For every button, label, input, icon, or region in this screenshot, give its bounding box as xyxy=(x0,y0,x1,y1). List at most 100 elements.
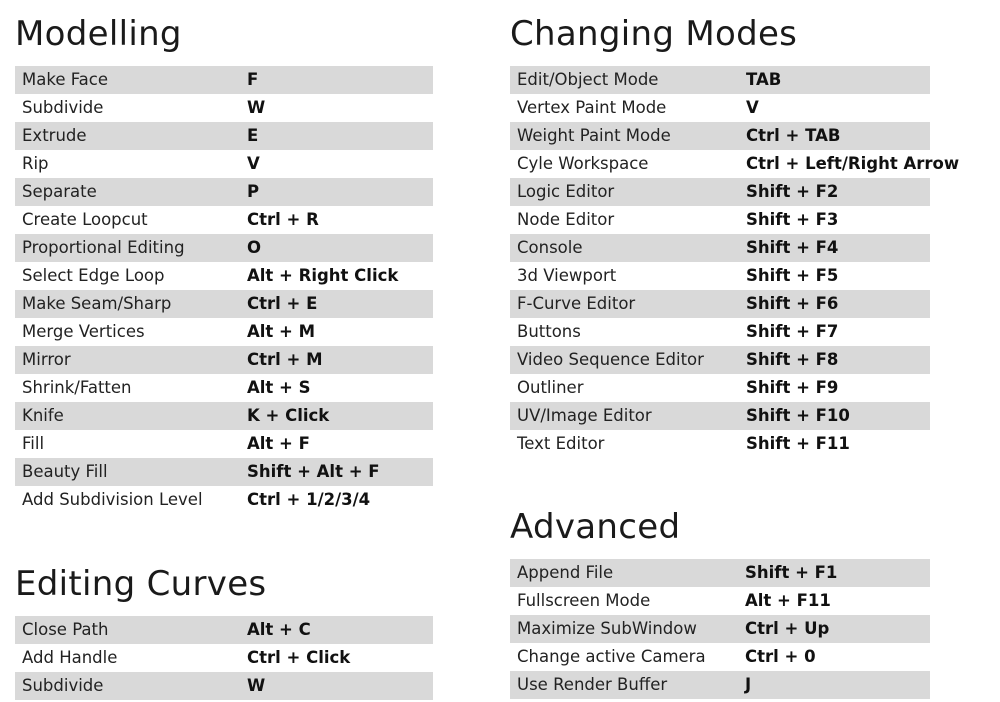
shortcut-action: Beauty Fill xyxy=(22,462,108,481)
shortcut-row: Video Sequence Editor Shift + F8 xyxy=(510,346,930,374)
modelling-title: Modelling xyxy=(15,14,182,54)
shortcut-action: Knife xyxy=(22,406,64,425)
shortcut-row: Close Path Alt + C xyxy=(15,616,433,644)
shortcut-key: Shift + F4 xyxy=(746,238,839,257)
shortcut-key: Ctrl + Click xyxy=(247,648,351,667)
shortcut-key: Shift + F8 xyxy=(746,350,839,369)
shortcut-key: Shift + F3 xyxy=(746,210,839,229)
shortcut-row: Fill Alt + F xyxy=(15,430,433,458)
shortcut-key: Alt + F xyxy=(247,434,310,453)
shortcut-row: Subdivide W xyxy=(15,94,433,122)
shortcut-key: Alt + S xyxy=(247,378,311,397)
shortcut-action: Change active Camera xyxy=(517,647,706,666)
shortcut-row: F-Curve Editor Shift + F6 xyxy=(510,290,930,318)
shortcut-action: Logic Editor xyxy=(517,182,615,201)
shortcut-key: Alt + M xyxy=(247,322,316,341)
shortcut-row: Shrink/Fatten Alt + S xyxy=(15,374,433,402)
shortcut-action: Make Seam/Sharp xyxy=(22,294,172,313)
changing-modes-section: Changing Modes Edit/Object Mode TAB Vertex… xyxy=(510,14,959,458)
shortcut-action: Node Editor xyxy=(517,210,615,229)
shortcut-key: Shift + F5 xyxy=(746,266,839,285)
shortcut-action: Merge Vertices xyxy=(22,322,145,341)
shortcut-row: Mirror Ctrl + M xyxy=(15,346,433,374)
shortcut-action: 3d Viewport xyxy=(517,266,617,285)
shortcut-row: Subdivide W xyxy=(15,672,433,700)
shortcut-row: Weight Paint Mode Ctrl + TAB xyxy=(510,122,930,150)
shortcut-key: W xyxy=(247,98,266,117)
shortcut-action: Select Edge Loop xyxy=(22,266,165,285)
shortcut-key: Shift + Alt + F xyxy=(247,462,380,481)
editing-curves-title: Editing Curves xyxy=(15,564,267,604)
shortcut-row: Maximize SubWindow Ctrl + Up xyxy=(510,615,930,643)
shortcut-action: Video Sequence Editor xyxy=(517,350,704,369)
shortcut-key: V xyxy=(247,154,260,173)
shortcut-key: Shift + F7 xyxy=(746,322,839,341)
shortcut-action: Create Loopcut xyxy=(22,210,148,229)
advanced-title: Advanced xyxy=(510,507,681,547)
shortcut-row: Append File Shift + F1 xyxy=(510,559,930,587)
shortcut-action: Outliner xyxy=(517,378,584,397)
shortcut-key: Alt + F11 xyxy=(745,591,831,610)
shortcut-key: TAB xyxy=(746,70,782,89)
shortcut-action: Vertex Paint Mode xyxy=(517,98,667,117)
modelling-shortcut-table: Make Face F Subdivide W Extrude E Rip V Separate… xyxy=(15,66,433,514)
shortcut-key: Shift + F1 xyxy=(745,563,838,582)
shortcut-key: W xyxy=(247,676,266,695)
modelling-section: Modelling Make Face F Subdivide W Extrude E Ri… xyxy=(15,14,433,514)
shortcut-key: Ctrl + M xyxy=(247,350,323,369)
shortcut-action: Text Editor xyxy=(517,434,605,453)
shortcut-key: P xyxy=(247,182,260,201)
shortcut-action: Add Handle xyxy=(22,648,118,667)
shortcut-key: Ctrl + Left/Right Arrow xyxy=(746,154,960,173)
shortcut-key: Alt + C xyxy=(247,620,311,639)
shortcut-row: Create Loopcut Ctrl + R xyxy=(15,206,433,234)
shortcut-row: Make Face F xyxy=(15,66,433,94)
shortcut-action: Subdivide xyxy=(22,98,104,117)
shortcut-action: Close Path xyxy=(22,620,109,639)
shortcut-row: 3d Viewport Shift + F5 xyxy=(510,262,930,290)
shortcut-row: Edit/Object Mode TAB xyxy=(510,66,930,94)
shortcut-action: Proportional Editing xyxy=(22,238,185,257)
shortcut-key: Alt + Right Click xyxy=(247,266,399,285)
shortcut-key: Shift + F9 xyxy=(746,378,839,397)
shortcut-row: Extrude E xyxy=(15,122,433,150)
shortcut-action: Cyle Workspace xyxy=(517,154,649,173)
shortcut-row: Separate P xyxy=(15,178,433,206)
shortcut-row: Proportional Editing O xyxy=(15,234,433,262)
shortcut-key: Ctrl + R xyxy=(247,210,319,229)
shortcut-row: Merge Vertices Alt + M xyxy=(15,318,433,346)
shortcut-action: Use Render Buffer xyxy=(517,675,668,694)
shortcut-key: V xyxy=(746,98,759,117)
shortcut-key: O xyxy=(247,238,262,257)
changing-modes-shortcut-table: Edit/Object Mode TAB Vertex Paint Mode V Wei… xyxy=(510,66,959,458)
editing-curves-shortcut-table: Close Path Alt + C Add Handle Ctrl + Click S… xyxy=(15,616,433,700)
advanced-section: Advanced Append File Shift + F1 Fullscreen… xyxy=(510,507,930,699)
shortcut-row: Text Editor Shift + F11 xyxy=(510,430,930,458)
shortcut-row: UV/Image Editor Shift + F10 xyxy=(510,402,930,430)
shortcut-row: Add Subdivision Level Ctrl + 1/2/3/4 xyxy=(15,486,433,514)
shortcut-action: Extrude xyxy=(22,126,87,145)
shortcut-action: F-Curve Editor xyxy=(517,294,636,313)
editing-curves-section: Editing Curves Close Path Alt + C Add Hand… xyxy=(15,564,433,700)
shortcut-row: Buttons Shift + F7 xyxy=(510,318,930,346)
shortcut-key: Shift + F11 xyxy=(746,434,850,453)
shortcut-action: Add Subdivision Level xyxy=(22,490,203,509)
shortcut-action: Buttons xyxy=(517,322,581,341)
shortcut-row: Knife K + Click xyxy=(15,402,433,430)
shortcut-action: Separate xyxy=(22,182,97,201)
shortcut-row: Logic Editor Shift + F2 xyxy=(510,178,930,206)
shortcut-row: Rip V xyxy=(15,150,433,178)
shortcut-action: Mirror xyxy=(22,350,71,369)
shortcut-key: Ctrl + Up xyxy=(745,619,830,638)
shortcut-action: Weight Paint Mode xyxy=(517,126,671,145)
shortcut-row: Beauty Fill Shift + Alt + F xyxy=(15,458,433,486)
advanced-shortcut-table: Append File Shift + F1 Fullscreen Mode Alt … xyxy=(510,559,930,699)
shortcut-key: Shift + F10 xyxy=(746,406,850,425)
shortcut-key: Shift + F6 xyxy=(746,294,839,313)
shortcut-action: Make Face xyxy=(22,70,109,89)
shortcut-key: F xyxy=(247,70,259,89)
shortcut-action: Console xyxy=(517,238,583,257)
shortcut-action: Fill xyxy=(22,434,45,453)
shortcut-row: Change active Camera Ctrl + 0 xyxy=(510,643,930,671)
shortcut-key: Ctrl + E xyxy=(247,294,318,313)
